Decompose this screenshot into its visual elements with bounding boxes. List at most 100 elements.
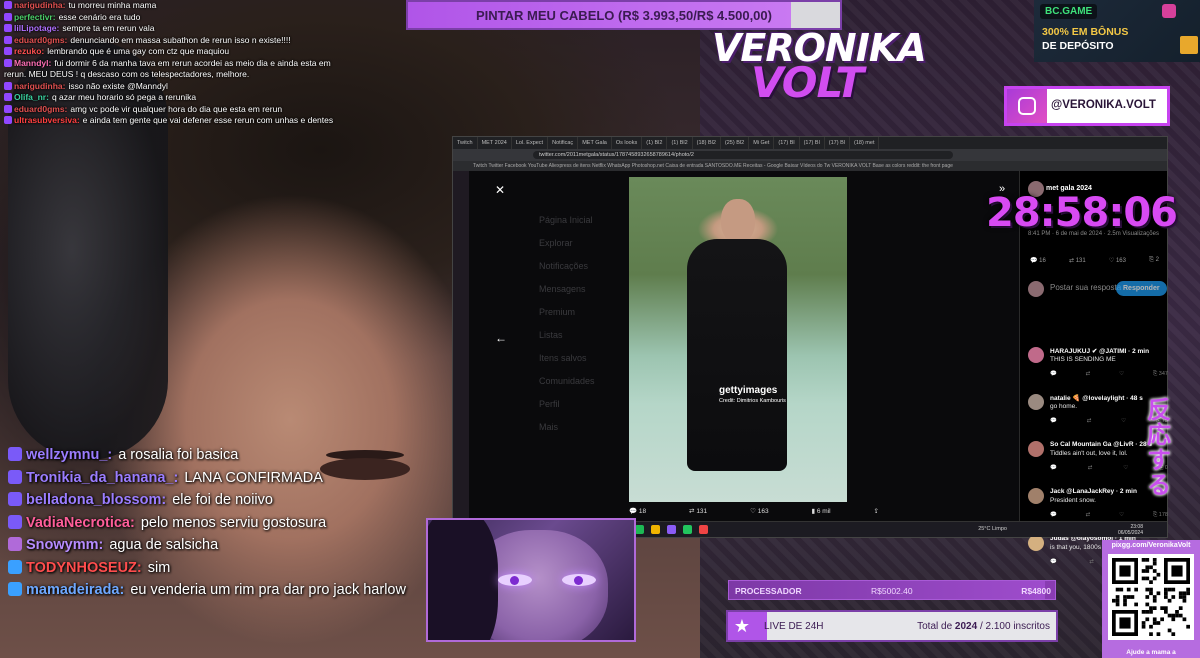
reply-avatar[interactable] — [1028, 441, 1044, 457]
reply-count[interactable]: 💬 18 — [629, 507, 646, 515]
chat-username[interactable]: eduard0gms: — [14, 35, 67, 45]
like-count[interactable]: ♡ 163 — [750, 507, 769, 515]
x-nav-item[interactable]: Notificações — [539, 255, 639, 278]
browser-tab[interactable]: (18) Bl2 — [693, 137, 721, 149]
reply-stat[interactable]: 💬 — [1050, 465, 1057, 472]
chat-username[interactable]: Olifa_nr: — [14, 92, 49, 102]
browser-tab[interactable]: MET Gala — [578, 137, 612, 149]
x-nav-menu: Página Inicial Explorar Notificações Mensag… — [539, 209, 639, 439]
chat-username[interactable]: Manndyl: — [14, 58, 51, 68]
chat-username[interactable]: belladona_blossom: — [26, 492, 166, 508]
browser-tab[interactable]: (1) Bl2 — [667, 137, 693, 149]
chat-username[interactable]: TODYNHOSEUZ: — [26, 560, 142, 576]
reply-stat[interactable]: ♡ — [1119, 512, 1124, 519]
browser-tab[interactable]: (18) met — [850, 137, 880, 149]
browser-tab[interactable]: (25) Bl2 — [721, 137, 750, 149]
reply-stat[interactable]: ⎘ 178 — [1153, 512, 1168, 519]
x-nav-item[interactable]: Página Inicial — [539, 209, 639, 232]
star-icon: ★ — [733, 616, 751, 636]
arrow-left-icon[interactable]: ← — [495, 331, 507, 345]
reply-stat[interactable]: ⎘ 347 — [1153, 371, 1168, 378]
qr-code[interactable] — [1108, 554, 1194, 640]
x-nav-item[interactable]: Mensagens — [539, 278, 639, 301]
reply-stat[interactable]: ⇄ — [1087, 418, 1092, 425]
view-count[interactable]: ▮ 6 mil — [811, 507, 830, 515]
badge-icon — [8, 537, 22, 551]
reply-button[interactable]: Responder — [1116, 281, 1167, 296]
reply-author[interactable]: Jack @LanaJackRey · 2 min — [1050, 488, 1137, 495]
browser-tab[interactable]: Os looks — [612, 137, 643, 149]
repost-count[interactable]: ⇄ 131 — [689, 507, 707, 515]
browser-tab[interactable]: (17) Bl — [774, 137, 800, 149]
stat-value: 2 — [1155, 257, 1159, 263]
reply-stat[interactable]: 💬 — [1050, 512, 1057, 519]
stat-value: 347 — [1158, 371, 1168, 377]
chat-username[interactable]: VadiaNecrotica: — [26, 515, 135, 531]
chat-message: Manndyl: fui dormir 6 da manha tava em re… — [4, 58, 344, 81]
chat-username[interactable]: Tronikia_da_hanana_: — [26, 470, 178, 486]
chat-username[interactable]: mamadeirada: — [26, 582, 124, 598]
x-nav-item[interactable]: Listas — [539, 324, 639, 347]
x-nav-item[interactable]: Perfil — [539, 393, 639, 416]
photo-action-bar: 💬 18 ⇄ 131 ♡ 163 ▮ 6 mil ⇪ — [629, 507, 879, 515]
goal-text: PINTAR MEU CABELO (R$ 3.993,50/R$ 4.500,… — [476, 8, 772, 23]
reply-stat[interactable]: ♡ — [1119, 371, 1124, 378]
reply-stat[interactable]: 💬 — [1050, 418, 1057, 425]
reply-avatar[interactable] — [1028, 394, 1044, 410]
browser-tab[interactable]: Mi Get — [749, 137, 775, 149]
reply-avatar[interactable] — [1028, 347, 1044, 363]
address-bar[interactable]: twitter.com/2011metgala/status/178745893… — [533, 151, 953, 159]
reply-stat[interactable]: ⇄ — [1086, 512, 1091, 519]
reply-avatar[interactable] — [1028, 535, 1044, 551]
app-icon-2[interactable] — [667, 525, 676, 534]
reply-stat[interactable]: ♡ — [1121, 418, 1126, 425]
reply-text: Tiddles ain't out, love it, lol. — [1050, 450, 1128, 457]
stat-icon: ♡ — [1108, 258, 1116, 264]
chat-username[interactable]: wellzymnu_: — [26, 447, 112, 463]
x-nav-item[interactable]: Premium — [539, 301, 639, 324]
chat-username[interactable]: narigudinha: — [14, 0, 65, 10]
x-nav-item[interactable]: Comunidades — [539, 370, 639, 393]
browser-tab[interactable]: MET 2024 — [478, 137, 512, 149]
app-icon-4[interactable] — [699, 525, 708, 534]
post-stat[interactable]: ⇄ 131 — [1069, 257, 1086, 264]
reply-stat[interactable]: 💬 — [1050, 371, 1057, 378]
post-stat[interactable]: 💬 16 — [1030, 257, 1046, 264]
app-icon-3[interactable] — [683, 525, 692, 534]
reply-avatar[interactable] — [1028, 488, 1044, 504]
post-stat[interactable]: ♡ 163 — [1109, 257, 1126, 264]
browser-tab[interactable]: Notificaç — [548, 137, 579, 149]
reply-stat[interactable]: ♡ — [1123, 465, 1128, 472]
chat-username[interactable]: Snowymm: — [26, 537, 103, 553]
share-icon[interactable]: ⇪ — [874, 507, 879, 515]
chat-username[interactable]: rezuko: — [14, 46, 44, 56]
reply-input[interactable]: Postar sua resposta — [1050, 283, 1121, 293]
reply-author[interactable]: natalie 🍕 @lovelaylight · 48 s — [1050, 394, 1143, 402]
x-nav-item[interactable]: Itens salvos — [539, 347, 639, 370]
reply-stat[interactable]: 💬 — [1050, 559, 1057, 566]
chat-username[interactable]: narigudinha: — [14, 81, 65, 91]
spotify-icon[interactable] — [635, 525, 644, 534]
browser-tab[interactable]: (17) Bl — [825, 137, 850, 149]
reply-author[interactable]: So Cal Mountain Ga @LivR · 28 s — [1050, 441, 1152, 448]
chat-username[interactable]: eduard0gms: — [14, 104, 67, 114]
browser-tab[interactable]: (1) Bl2 — [642, 137, 668, 149]
reply-stat[interactable]: ⇄ — [1088, 465, 1093, 472]
post-stat[interactable]: ⎘ 2 — [1149, 257, 1159, 264]
reply-author[interactable]: HARAJUKUJ ✔ @JATIMI · 2 min — [1050, 347, 1149, 355]
chat-username[interactable]: ultrasubversiva: — [14, 115, 80, 125]
pix-url[interactable]: pixgg.com/VeronikaVolt — [1102, 542, 1200, 549]
post-photo[interactable]: gettyimages Credit: Dimitrios Kambouris — [629, 177, 847, 502]
reply-stat[interactable]: ⇄ — [1089, 559, 1094, 566]
browser-tab[interactable]: (17) Bl — [800, 137, 825, 149]
browser-tab[interactable]: Lol. Expect — [512, 137, 549, 149]
chat-username[interactable]: perfectivr: — [14, 12, 56, 22]
close-icon[interactable]: ✕ — [495, 183, 505, 197]
x-nav-item[interactable]: Explorar — [539, 232, 639, 255]
x-nav-item[interactable]: Mais — [539, 416, 639, 439]
reply-stat[interactable]: ⇄ — [1086, 371, 1091, 378]
browser-tab[interactable]: Twitch — [453, 137, 478, 149]
chat-username[interactable]: lilLipotage: — [14, 23, 59, 33]
folder-icon[interactable] — [651, 525, 660, 534]
sponsor-ad[interactable]: BC.GAME 300% EM BÔNUS DE DEPÓSITO — [1034, 0, 1200, 62]
